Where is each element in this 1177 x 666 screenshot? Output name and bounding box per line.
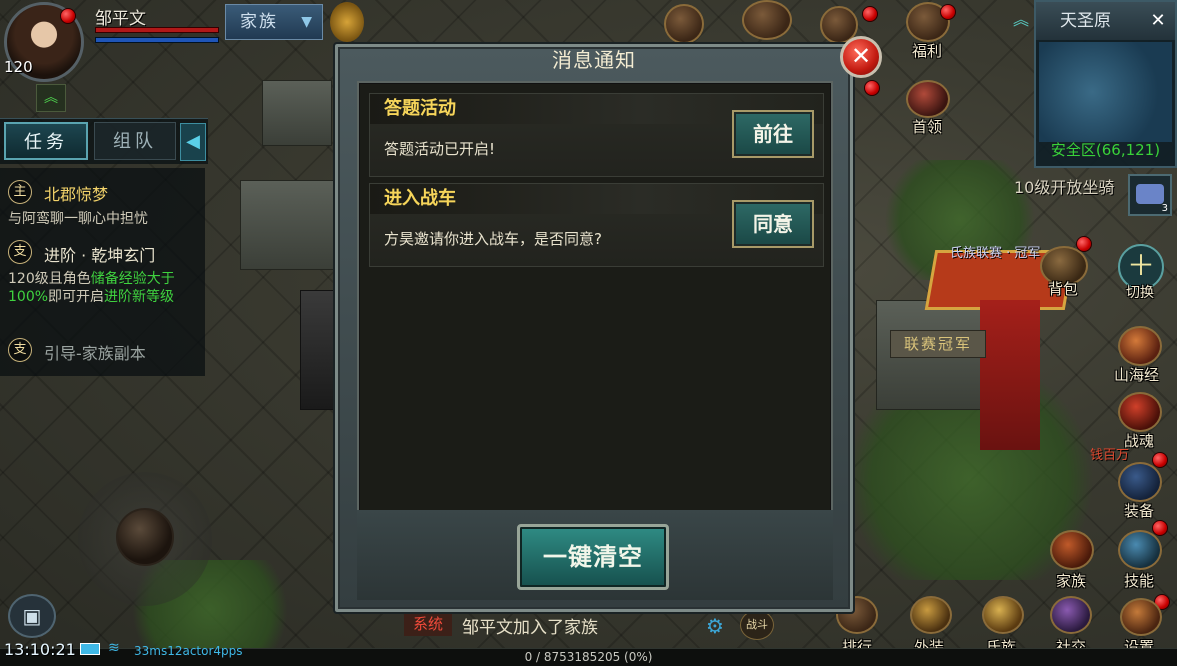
coin-icon[interactable] (664, 4, 704, 44)
gear-icon[interactable]: ⚙ (706, 614, 724, 638)
agree-button[interactable]: 同意 (732, 200, 814, 248)
map-view[interactable] (1039, 42, 1172, 142)
list-item: 进入战车 方昊邀请你进入战车，是否同意? 同意 (369, 183, 824, 267)
gear-icon[interactable] (1120, 598, 1162, 636)
quest-desc: 与阿鸾聊一聊心中担忧 (8, 211, 148, 227)
equipment-label: 装备 (1124, 502, 1155, 520)
collapse-arrow-icon[interactable]: ◀ (180, 123, 206, 161)
quest-badge: 支 (8, 338, 32, 362)
alert-dot (940, 4, 956, 20)
tab-task[interactable]: 任务 (4, 122, 88, 160)
war-soul-label: 战魂 (1124, 432, 1155, 450)
chat-message: 邹平文加入了家族 (462, 618, 598, 638)
alert-dot (864, 80, 880, 96)
joystick-knob[interactable] (116, 508, 174, 566)
battery-icon (80, 643, 100, 655)
double-chevron-up-icon: ︽ (44, 90, 58, 106)
buddha-icon[interactable] (330, 2, 364, 42)
family-label: 家族 (1056, 572, 1087, 590)
clan-icon[interactable] (982, 596, 1024, 634)
mount-item-icon (1136, 184, 1164, 204)
double-chevron-up-icon[interactable]: ︽ (1008, 6, 1034, 29)
safe-zone-coords: 安全区(66,121) (1050, 141, 1161, 159)
equipment-icon[interactable] (1118, 462, 1162, 502)
war-soul-icon[interactable] (1118, 392, 1162, 432)
quest-tab-bar: 任务 组队 ◀ (0, 118, 208, 164)
family-icon[interactable] (1050, 530, 1094, 570)
minimap[interactable]: 天圣原 ✕ 安全区(66,121) (1034, 0, 1177, 168)
list-item: 答题活动 答题活动已开启! 前往 (369, 93, 824, 177)
alert-dot (1152, 520, 1168, 536)
network-stats: 33ms12actor4pps (134, 644, 243, 658)
level-up-button[interactable]: ︽ (36, 84, 66, 112)
mount-slot[interactable]: 3 (1128, 174, 1172, 216)
player-level: 120 (4, 58, 33, 76)
shanhaijing-label: 山海经 (1114, 366, 1160, 384)
message-list: 答题活动 答题活动已开启! 前往 进入战车 方昊邀请你进入战车，是否同意? 同意 (357, 81, 833, 551)
message-text: 答题活动已开启! (384, 140, 496, 158)
quest-title: 北郡惊梦 (44, 185, 109, 204)
portrait-alert-dot (60, 8, 76, 24)
quest-title: 进阶 · 乾坤玄门 (44, 246, 156, 265)
boss-label: 首领 (912, 118, 943, 136)
triangle-down-icon: ▼ (301, 14, 314, 30)
quest-list: 主 北郡惊梦 与阿鸾聊一聊心中担忧 支 进阶 · 乾坤玄门 120级且角色储备经… (0, 168, 205, 376)
wifi-icon: ≋ (108, 640, 120, 656)
clock: 13:10:21 (4, 640, 76, 659)
dialog-title: 消息通知 (552, 48, 636, 72)
tab-team[interactable]: 组队 (94, 122, 176, 160)
mount-unlock-tip: 10级开放坐骑 (1014, 178, 1115, 197)
family-tab[interactable]: 家族 ▼ (225, 4, 323, 40)
mp-bar (95, 37, 219, 43)
skill-icon[interactable] (1118, 530, 1162, 570)
exp-text: 0 / 8753185205 (0%) (524, 650, 653, 664)
close-icon[interactable]: ✕ (840, 36, 882, 78)
chest-icon[interactable] (742, 0, 792, 40)
shanhaijing-icon[interactable] (1118, 326, 1162, 366)
chat-channel-tag: 系统 (404, 612, 452, 636)
champion-banner-label: 氏族联赛 · 冠军 (950, 246, 1041, 261)
social-icon[interactable] (1050, 596, 1092, 634)
quest-title: 引导-家族副本 (44, 344, 146, 363)
boss-icon[interactable] (906, 80, 950, 118)
alert-dot (1152, 452, 1168, 468)
camera-icon[interactable]: ▣ (8, 594, 56, 638)
welfare-label: 福利 (912, 42, 943, 60)
player-name: 邹平文 (95, 9, 146, 29)
appearance-icon[interactable] (910, 596, 952, 634)
family-tab-label: 家族 (240, 12, 278, 32)
mount-count: 3 (1161, 203, 1168, 214)
quest-badge: 主 (8, 180, 32, 204)
quest-desc: 120级且角色储备经验大于100%即可开启进阶新等级 (8, 271, 175, 305)
battle-mode-button[interactable]: 战斗 (740, 610, 774, 640)
red-carpet (980, 300, 1040, 450)
switch-label: 切换 (1126, 285, 1154, 301)
bag-label: 背包 (1048, 280, 1079, 298)
skill-label: 技能 (1124, 572, 1155, 590)
go-button[interactable]: 前往 (732, 110, 814, 158)
stone-pillar (262, 80, 332, 146)
clear-all-button[interactable]: 一键清空 (517, 524, 669, 590)
stone-pillar (240, 180, 336, 270)
champion-signboard: 联赛冠军 (890, 330, 986, 358)
quest-badge: 支 (8, 240, 32, 264)
message-dialog: 消息通知 答题活动 答题活动已开启! 前往 进入战车 方昊邀请你进入战车，是否同… (333, 42, 855, 614)
alert-dot (862, 6, 878, 22)
alert-dot (1076, 236, 1092, 252)
message-text: 方昊邀请你进入战车，是否同意? (384, 230, 602, 248)
close-icon[interactable]: ✕ (1147, 10, 1169, 32)
hp-bar (95, 27, 219, 33)
